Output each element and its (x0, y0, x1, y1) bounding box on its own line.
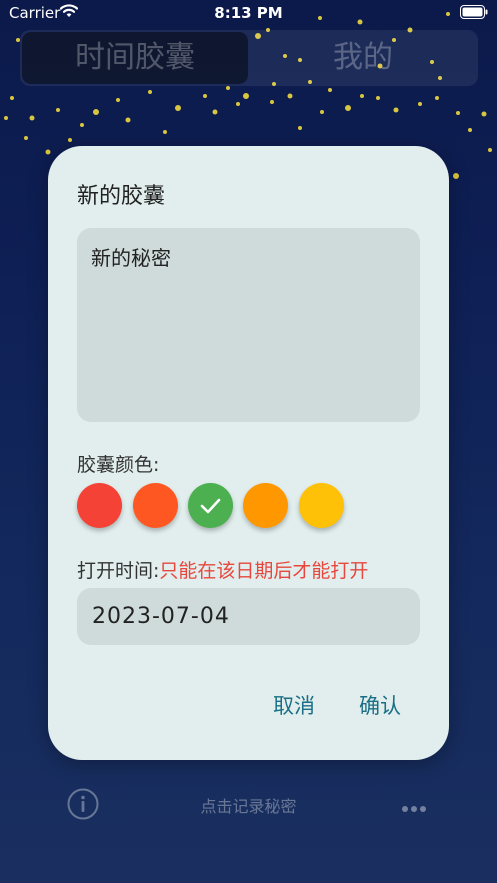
color-swatch-red[interactable] (77, 483, 122, 528)
open-date-field[interactable]: 2023-07-04 (77, 588, 420, 645)
color-swatch-green[interactable] (188, 483, 233, 528)
secret-content-input[interactable]: 新的秘密 (77, 228, 420, 422)
more-icon[interactable] (401, 798, 427, 817)
open-time-hint: 只能在该日期后才能打开 (159, 560, 369, 582)
checkmark-icon (200, 498, 221, 514)
confirm-button[interactable]: 确认 (359, 690, 401, 720)
status-bar: Carrier 8:13 PM (0, 0, 497, 26)
cancel-button[interactable]: 取消 (273, 690, 315, 720)
tab-time-capsule[interactable]: 时间胶囊 (22, 32, 248, 84)
dialog-title: 新的胶囊 (77, 184, 166, 209)
color-swatch-orange[interactable] (243, 483, 288, 528)
tab-mine[interactable]: 我的 (250, 32, 476, 84)
bottom-bar: 点击记录秘密 (0, 780, 497, 826)
battery-icon (460, 5, 488, 23)
color-swatch-deep-orange[interactable] (133, 483, 178, 528)
capsule-color-label: 胶囊颜色: (77, 454, 160, 476)
segmented-control: 时间胶囊 我的 (20, 30, 478, 86)
status-time: 8:13 PM (214, 4, 283, 22)
open-time-label: 打开时间: (77, 560, 160, 582)
color-picker (77, 483, 377, 529)
new-capsule-dialog: 新的胶囊 新的秘密 胶囊颜色: 打开时间:只能在该日期后才能打开 2023-07… (48, 146, 449, 760)
color-swatch-amber[interactable] (299, 483, 344, 528)
open-time-row: 打开时间:只能在该日期后才能打开 (77, 556, 368, 583)
